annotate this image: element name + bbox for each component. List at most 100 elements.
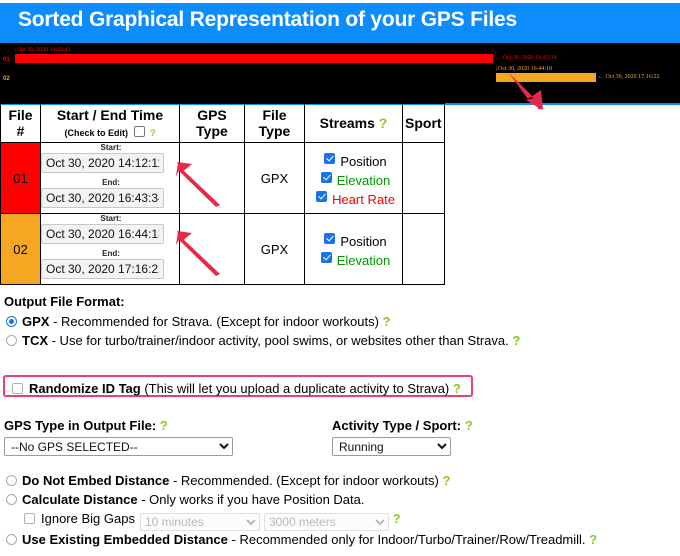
stream-heart-rate-label: Heart Rate (332, 191, 395, 207)
col-file-number: File # (0, 103, 41, 143)
randomize-id-tag-box[interactable]: Randomize ID Tag (This will let you uplo… (3, 375, 473, 397)
page-header: Sorted Graphical Representation of your … (0, 3, 680, 41)
stream-position-label: Position (340, 234, 387, 249)
end-time-input[interactable] (41, 188, 164, 208)
stream-elevation-checkbox[interactable] (320, 252, 332, 263)
col-streams: Streams ? (304, 103, 403, 143)
distance-option-calculate[interactable]: Calculate Distance - Only works if you h… (4, 491, 680, 508)
chart-end-marker-01: ← (495, 55, 501, 61)
randomize-id-tag-desc: (This will let you upload a duplicate ac… (140, 381, 453, 396)
chart-end-label-02: ← Oct 30, 2020 17:16:22 (598, 74, 660, 80)
stream-heart-rate[interactable]: Heart Rate (305, 188, 402, 207)
chart-start-text-02: Oct 30, 2020 16:44:18 (498, 66, 552, 72)
chart-end-text-02: Oct 30, 2020 17:16:22 (605, 74, 660, 80)
do-not-embed-distance-desc: - Recommended. (Except for indoor workou… (169, 473, 443, 488)
stream-position-checkbox[interactable] (324, 233, 336, 244)
file-number-cell: 02 (0, 213, 41, 285)
streams-cell: Position Elevation Heart Rate (304, 142, 403, 214)
distance-section: Do Not Embed Distance - Recommended. (Ex… (0, 472, 680, 550)
table-header-row: File # Start / End Time (Check to Edit) … (0, 103, 445, 143)
stream-elevation[interactable]: Elevation (305, 249, 402, 268)
ignore-gaps-distance-select[interactable]: 3000 meters (263, 513, 389, 531)
gpx-label: GPX (22, 314, 50, 329)
gps-type-cell (179, 213, 245, 285)
time-help-icon[interactable]: ? (150, 128, 156, 138)
calculate-distance-label: Calculate Distance (22, 492, 138, 507)
activity-type-select[interactable]: Running (332, 437, 451, 456)
output-format-title: Output File Format: (4, 294, 125, 309)
table-row: 01 Start: End: GPX Position Elevation (0, 142, 445, 214)
time-cell: Start: End: (40, 142, 180, 214)
gps-type-group: GPS Type in Output File: ? --No GPS SELE… (4, 418, 233, 456)
gpx-help-icon[interactable]: ? (383, 314, 391, 329)
ignore-big-gaps-label: Ignore Big Gaps (41, 511, 135, 526)
stream-elevation-label: Elevation (336, 172, 391, 188)
output-format-option-tcx[interactable]: TCX - Use for turbo/trainer/indoor activ… (4, 332, 680, 349)
gpx-radio[interactable] (6, 316, 17, 327)
time-cell: Start: End: (40, 213, 180, 285)
tcx-radio[interactable] (6, 335, 17, 346)
calculate-distance-radio[interactable] (6, 494, 17, 505)
randomize-help-icon[interactable]: ? (453, 381, 461, 396)
activity-type-label-row: Activity Type / Sport: ? (332, 418, 473, 433)
output-format-option-gpx[interactable]: GPX - Recommended for Strava. (Except fo… (4, 313, 680, 330)
output-format-section: Output File Format: GPX - Recommended fo… (0, 294, 680, 351)
gps-type-help-icon[interactable]: ? (160, 418, 168, 433)
file-number-cell: 01 (0, 142, 41, 214)
page-title: Sorted Graphical Representation of your … (18, 8, 517, 31)
stream-elevation-checkbox[interactable] (320, 171, 332, 183)
chart-end-label-01: ← Oct 30, 2020 16:43:34 (495, 55, 557, 61)
ignore-big-gaps-checkbox[interactable] (24, 513, 35, 524)
gps-files-table: File # Start / End Time (Check to Edit) … (0, 103, 445, 285)
stream-position[interactable]: Position (305, 150, 402, 169)
sport-cell (402, 142, 445, 214)
end-time-input[interactable] (41, 259, 164, 279)
gps-type-label-row: GPS Type in Output File: ? (4, 418, 233, 433)
distance-option-none[interactable]: Do Not Embed Distance - Recommended. (Ex… (4, 472, 680, 489)
do-not-embed-distance-radio[interactable] (6, 475, 17, 486)
col-start-end-time: Start / End Time (Check to Edit) ? (40, 103, 180, 143)
ignore-gaps-time-select[interactable]: 10 minutes (139, 513, 260, 531)
stream-heart-rate-checkbox[interactable] (316, 190, 328, 202)
start-label: Start: (100, 214, 122, 223)
app-root: Sorted Graphical Representation of your … (0, 0, 680, 556)
check-to-edit-checkbox[interactable] (133, 126, 145, 137)
calculate-distance-desc: - Only works if you have Position Data. (137, 492, 365, 507)
sport-cell (402, 213, 445, 285)
do-not-embed-help-icon[interactable]: ? (442, 473, 450, 488)
stream-position-checkbox[interactable] (324, 152, 336, 164)
tcx-desc: - Use for turbo/trainer/indoor activity,… (48, 333, 513, 348)
stream-elevation[interactable]: Elevation (305, 169, 402, 188)
gps-type-label: GPS Type in Output File: (4, 418, 157, 433)
streams-help-icon[interactable]: ? (379, 115, 388, 131)
col-check-to-edit-note: (Check to Edit) ? (64, 126, 156, 138)
table-row: 02 Start: End: GPX Position Elevation (0, 213, 445, 285)
chart-bar-02 (496, 73, 596, 82)
col-start-end-time-label: Start / End Time (56, 107, 164, 123)
col-gps-type: GPS Type (179, 103, 245, 143)
activity-type-group: Activity Type / Sport: ? Running (332, 418, 473, 456)
chart-start-text-01: Oct 30, 2020 14:12:11 (17, 47, 71, 53)
use-existing-distance-radio[interactable] (6, 534, 17, 545)
randomize-id-tag-label: Randomize ID Tag (29, 381, 141, 396)
gps-type-select[interactable]: --No GPS SELECTED-- (4, 437, 233, 456)
use-existing-distance-desc: - Recommended only for Indoor/Turbo/Trai… (227, 532, 590, 547)
streams-cell: Position Elevation (304, 213, 403, 285)
use-existing-help-icon[interactable]: ? (589, 532, 597, 547)
chart-end-text-01: Oct 30, 2020 16:43:34 (502, 55, 557, 61)
start-time-input[interactable] (41, 224, 164, 244)
chart-row-label-01: 01 (3, 57, 10, 63)
ignore-big-gaps-row[interactable]: Ignore Big Gaps 10 minutes 3000 meters ? (22, 510, 680, 531)
start-time-input[interactable] (41, 153, 164, 173)
randomize-id-tag-checkbox[interactable] (12, 383, 23, 394)
col-file-type: File Type (244, 103, 305, 143)
tcx-help-icon[interactable]: ? (512, 333, 520, 348)
distance-option-existing[interactable]: Use Existing Embedded Distance - Recomme… (4, 531, 680, 548)
stream-position-label: Position (340, 153, 387, 169)
ignore-gaps-help-icon[interactable]: ? (393, 511, 401, 526)
gpx-desc: - Recommended for Strava. (Except for in… (49, 314, 383, 329)
start-label: Start: (100, 143, 122, 152)
stream-position[interactable]: Position (305, 230, 402, 249)
activity-type-help-icon[interactable]: ? (465, 418, 473, 433)
randomize-id-tag-row[interactable]: Randomize ID Tag (This will let you uplo… (10, 381, 461, 396)
